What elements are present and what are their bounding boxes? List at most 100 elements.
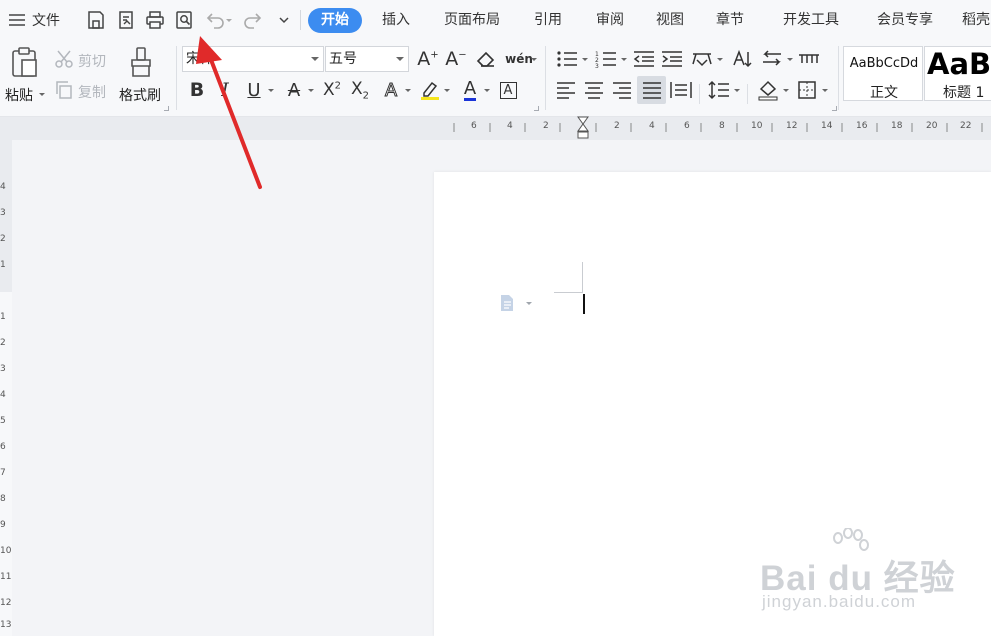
tab-view[interactable]: 视图: [648, 8, 692, 33]
copy-button[interactable]: 复制: [54, 79, 116, 101]
bullet-list-icon: [557, 51, 577, 67]
borders-button[interactable]: [793, 77, 829, 103]
tab-insert[interactable]: 插入: [374, 8, 418, 33]
tab-references[interactable]: 引用: [526, 8, 570, 33]
scissors-icon: [55, 50, 73, 68]
indent-marker-icon[interactable]: [576, 116, 590, 140]
bullet-list-button[interactable]: [553, 46, 589, 72]
font-color-button[interactable]: A: [456, 77, 492, 103]
character-border-button[interactable]: A: [495, 77, 521, 103]
file-menu-button[interactable]: 文件: [8, 10, 60, 30]
document-lines-icon: [501, 295, 513, 311]
character-border-icon: A: [499, 81, 517, 99]
phonetic-guide-button[interactable]: wén: [501, 46, 537, 72]
margin-corner-mark: [582, 262, 583, 292]
paragraph-group-launcher[interactable]: [832, 106, 837, 111]
increase-indent-button[interactable]: [659, 46, 685, 72]
chevron-down-icon: [783, 89, 789, 92]
paragraph-handle[interactable]: [498, 294, 536, 314]
format-painter-label: 格式刷: [119, 88, 161, 104]
tab-sections[interactable]: 章节: [708, 8, 752, 33]
chevron-down-icon: [311, 57, 319, 61]
distributed-align-button[interactable]: [668, 77, 694, 103]
printer-icon: [146, 11, 164, 29]
style-name: 正文: [870, 85, 898, 101]
chevron-down-icon: [396, 57, 404, 61]
paste-button[interactable]: 粘贴: [4, 44, 46, 104]
chevron-down-icon: [717, 58, 723, 61]
sort-button[interactable]: [729, 46, 755, 72]
ribbon-divider: [838, 46, 839, 110]
text-effect-button[interactable]: A: [377, 77, 413, 103]
ribbon-divider: [699, 84, 700, 104]
align-right-button[interactable]: [609, 77, 635, 103]
subscript-button[interactable]: X2: [347, 77, 373, 103]
quick-access-customize-button[interactable]: [272, 8, 296, 32]
chinese-layout-button[interactable]: [688, 46, 724, 72]
justify-button[interactable]: [637, 76, 666, 104]
line-spacing-button[interactable]: [705, 77, 741, 103]
numbered-list-icon: 123: [595, 51, 616, 68]
line-spacing-icon: [708, 80, 729, 100]
show-hide-marks-button[interactable]: [758, 46, 794, 72]
style-normal[interactable]: AaBbCcDd 正文: [843, 46, 923, 101]
subscript-icon: X2: [350, 78, 370, 102]
align-center-button[interactable]: [581, 77, 607, 103]
superscript-button[interactable]: X2: [319, 77, 345, 103]
brush-icon: [131, 47, 151, 77]
grow-font-button[interactable]: A+: [416, 46, 440, 72]
strikethrough-button[interactable]: A: [280, 77, 316, 103]
quick-access-divider: [300, 10, 301, 30]
font-group-launcher[interactable]: [534, 106, 539, 111]
shrink-font-button[interactable]: A−: [444, 46, 468, 72]
clear-format-button[interactable]: [474, 46, 498, 72]
svg-text:3: 3: [595, 63, 599, 68]
align-justify-icon: [642, 82, 661, 99]
ruler-number: 9: [0, 520, 6, 530]
align-center-icon: [585, 82, 603, 99]
highlight-button[interactable]: [416, 77, 452, 103]
phonetic-guide-icon: wén: [505, 52, 533, 66]
cut-label: 剪切: [78, 54, 106, 70]
chevron-down-icon: [582, 58, 588, 61]
undo-button[interactable]: [202, 8, 236, 32]
tab-page-layout[interactable]: 页面布局: [437, 8, 507, 33]
save-button[interactable]: [84, 8, 108, 32]
align-left-button[interactable]: [553, 77, 579, 103]
chevron-down-icon: [279, 17, 289, 24]
decrease-indent-button[interactable]: [631, 46, 657, 72]
ruler-number: 1: [0, 260, 6, 270]
chevron-down-icon: [787, 58, 793, 61]
redo-button[interactable]: [242, 8, 266, 32]
tab-stops-button[interactable]: [796, 46, 822, 72]
ruler-number: 10: [0, 546, 12, 556]
ruler-number: 3: [0, 364, 6, 374]
ribbon-home: 粘贴 剪切 复制 格式刷 宋体 五号 A+ A− wén B I U A: [0, 40, 991, 117]
chevron-down-icon: [621, 58, 627, 61]
tab-developer[interactable]: 开发工具: [776, 8, 846, 33]
ruler-ticks: [453, 123, 983, 132]
font-size-value: 五号: [329, 51, 357, 67]
print-button[interactable]: [143, 8, 167, 32]
font-size-select[interactable]: 五号: [325, 46, 409, 72]
cut-button[interactable]: 剪切: [54, 48, 116, 70]
shading-button[interactable]: [754, 77, 790, 103]
print-preview-button[interactable]: [172, 8, 196, 32]
tab-member[interactable]: 会员专享: [870, 8, 940, 33]
horizontal-ruler[interactable]: 6 4 2 2 4 6 8 10 12 14 16 18 20 22: [0, 116, 991, 140]
vertical-ruler[interactable]: 4 3 2 1 1 2 3 4 5 6 7 8 9 10 11 12 13: [0, 140, 12, 636]
tab-home[interactable]: 开始: [308, 8, 362, 33]
style-heading-1[interactable]: AaBl 标题 1: [924, 46, 991, 101]
tab-docer[interactable]: 稻壳: [962, 8, 991, 33]
ruler-number: 3: [0, 208, 6, 218]
tab-review[interactable]: 审阅: [588, 8, 632, 33]
highlighter-icon: [421, 81, 439, 100]
document-page[interactable]: Bai du 经验 jingyan.baidu.com: [434, 172, 991, 636]
numbered-list-button[interactable]: 123: [592, 46, 628, 72]
sort-icon: [733, 49, 752, 68]
shrink-font-icon: A−: [445, 48, 467, 70]
clipboard-group-launcher[interactable]: [164, 106, 169, 111]
superscript-icon: X2: [322, 80, 342, 100]
export-pdf-button[interactable]: [114, 8, 138, 32]
format-painter-button[interactable]: 格式刷: [116, 44, 168, 104]
